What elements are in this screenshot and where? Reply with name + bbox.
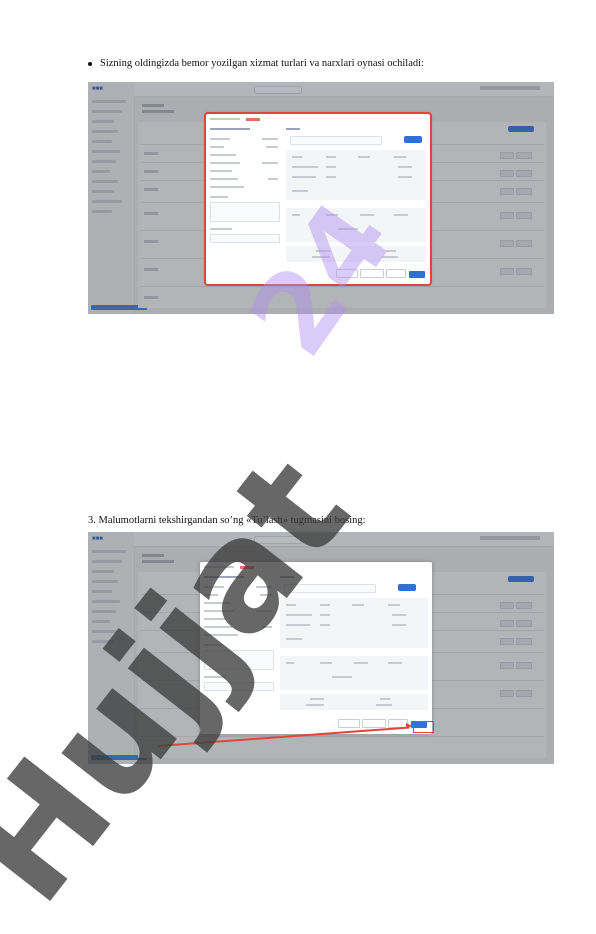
pay-button-highlight <box>413 721 434 733</box>
services-panel <box>280 576 428 712</box>
comment-textarea[interactable] <box>210 202 280 222</box>
payments-list <box>286 208 426 242</box>
referral-select[interactable] <box>210 234 280 243</box>
totals-summary <box>286 246 426 262</box>
cancel-button[interactable] <box>386 269 406 278</box>
patient-info-panel <box>210 128 282 262</box>
modal-secondary-button[interactable] <box>336 269 358 278</box>
service-search-input[interactable] <box>290 136 382 145</box>
service-search-input[interactable] <box>284 584 376 593</box>
add-service-button[interactable] <box>398 584 416 591</box>
modal-secondary-button[interactable] <box>362 719 386 728</box>
services-list <box>280 598 428 648</box>
screenshot-services-modal: ■■■ <box>88 82 554 314</box>
bullet-marker <box>88 61 92 66</box>
screenshot-pay-button: ■■■ <box>88 532 554 764</box>
add-service-button[interactable] <box>404 136 422 143</box>
totals-summary <box>280 694 428 710</box>
referral-select[interactable] <box>204 682 274 691</box>
patient-info-panel <box>204 576 276 712</box>
services-prices-modal <box>200 562 432 734</box>
step-3-text: 3. Malumotlarni tekshirgandan so’ng «To’… <box>88 515 366 526</box>
services-prices-modal <box>204 112 432 286</box>
services-list <box>286 150 426 200</box>
modal-tab-active[interactable] <box>246 118 260 121</box>
modal-secondary-button[interactable] <box>360 269 384 278</box>
modal-secondary-button[interactable] <box>338 719 360 728</box>
payments-list <box>280 656 428 690</box>
bullet-paragraph: Sizning oldingizda bemor yozilgan xizmat… <box>88 58 424 69</box>
pay-button[interactable] <box>409 271 425 278</box>
bullet-text: Sizning oldingizda bemor yozilgan xizmat… <box>100 58 424 69</box>
callout-arrow-head <box>406 723 412 729</box>
modal-tab-active[interactable] <box>240 566 254 569</box>
services-panel <box>286 128 426 262</box>
comment-textarea[interactable] <box>204 650 274 670</box>
